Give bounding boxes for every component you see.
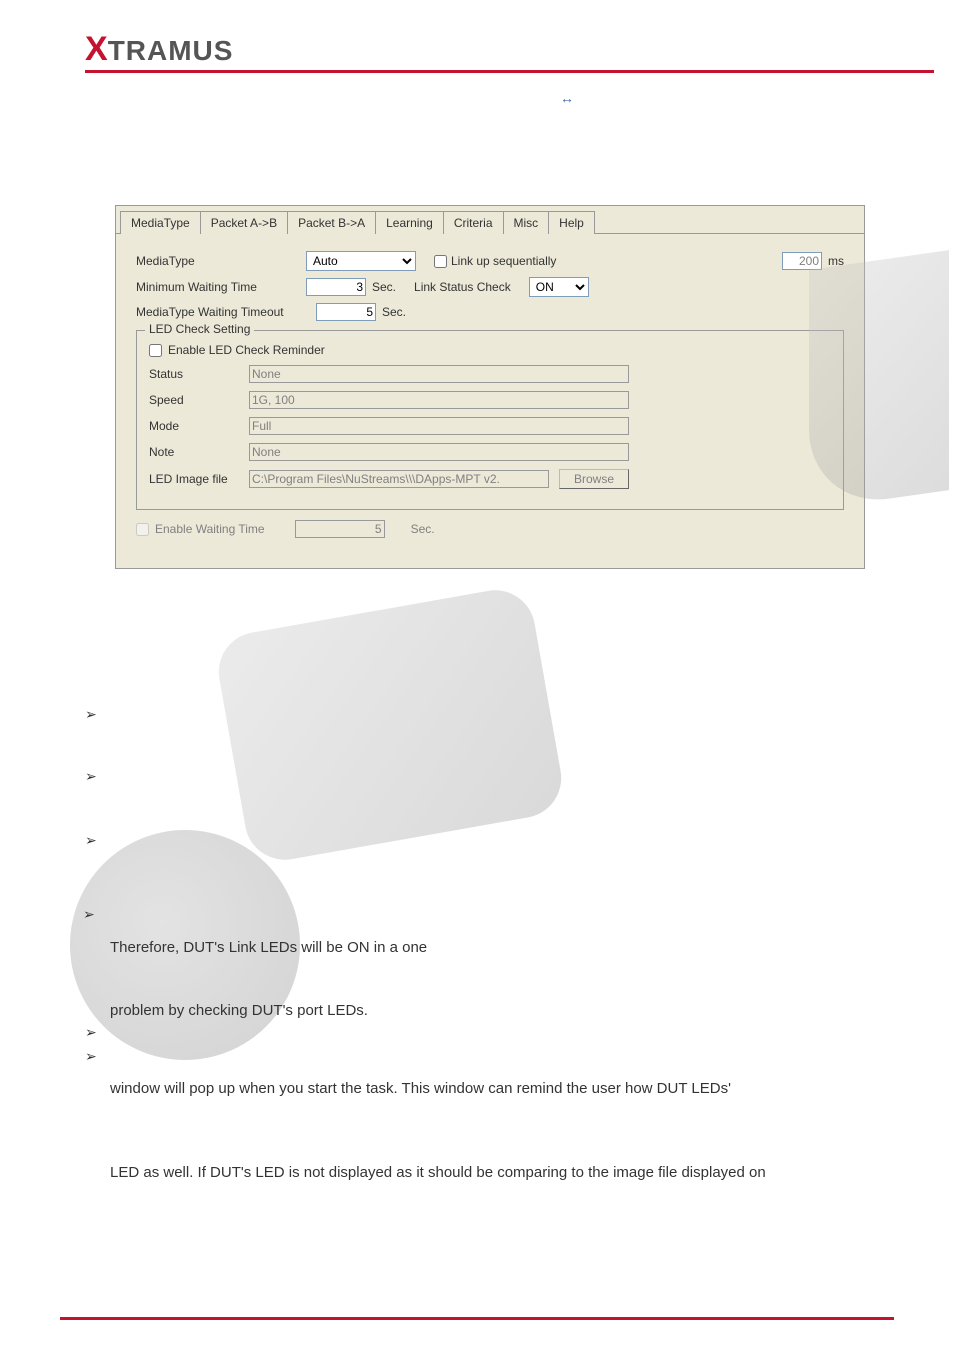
- label-mediatype: MediaType: [136, 254, 306, 268]
- tab-learning[interactable]: Learning: [375, 211, 444, 234]
- tab-packet-ab[interactable]: Packet A->B: [200, 211, 288, 234]
- bullet-icon: ➢: [85, 832, 97, 849]
- row-enable-wait: Enable Waiting Time Sec.: [136, 520, 844, 538]
- checkbox-link-up-seq[interactable]: [434, 255, 447, 268]
- logo-x: X: [85, 30, 108, 68]
- tab-packet-ba[interactable]: Packet B->A: [287, 211, 376, 234]
- input-mt-timeout[interactable]: [316, 303, 376, 321]
- label-min-wait: Minimum Waiting Time: [136, 280, 306, 294]
- tab-help[interactable]: Help: [548, 211, 595, 234]
- unit-sec-3: Sec.: [411, 522, 435, 536]
- row-mt-timeout: MediaType Waiting Timeout Sec.: [116, 300, 864, 324]
- label-led-image: LED Image file: [149, 472, 249, 486]
- label-mt-timeout: MediaType Waiting Timeout: [136, 305, 316, 319]
- label-status: Status: [149, 367, 249, 381]
- input-speed: [249, 391, 629, 409]
- checkbox-enable-wait: [136, 523, 149, 536]
- label-speed: Speed: [149, 393, 249, 407]
- tab-criteria[interactable]: Criteria: [443, 211, 504, 234]
- bullet-icon: ➢: [85, 1048, 97, 1065]
- label-enable-wait: Enable Waiting Time: [155, 522, 265, 536]
- group-led-check: LED Check Setting Enable LED Check Remin…: [136, 330, 844, 510]
- label-enable-led: Enable LED Check Reminder: [168, 343, 325, 357]
- input-min-wait[interactable]: [306, 278, 366, 296]
- bullet-icon: ➢: [85, 706, 97, 723]
- bullet-icon: ➢: [85, 768, 97, 785]
- select-link-status[interactable]: ON: [529, 277, 589, 297]
- input-enable-wait: [295, 520, 385, 538]
- label-note: Note: [149, 445, 249, 459]
- group-title-led: LED Check Setting: [145, 322, 254, 336]
- settings-dialog: MediaType Packet A->B Packet B->A Learni…: [115, 205, 865, 569]
- row-min-wait: Minimum Waiting Time Sec. Link Status Ch…: [116, 274, 864, 300]
- input-ms[interactable]: [782, 252, 822, 270]
- row-mediatype: MediaType Auto Link up sequentially ms: [116, 248, 864, 274]
- input-mode: [249, 417, 629, 435]
- browse-button[interactable]: Browse: [559, 469, 629, 489]
- input-led-image: [249, 470, 549, 488]
- tab-misc[interactable]: Misc: [503, 211, 550, 234]
- input-status: [249, 365, 629, 383]
- select-mediatype[interactable]: Auto: [306, 251, 416, 271]
- bullet-icon: ➢: [83, 906, 95, 923]
- footer-divider: [60, 1317, 894, 1320]
- label-link-up-seq: Link up sequentially: [451, 254, 556, 268]
- body-line-4: LED as well. If DUT's LED is not display…: [110, 1162, 766, 1183]
- unit-ms: ms: [828, 254, 844, 268]
- body-line-3: window will pop up when you start the ta…: [110, 1078, 731, 1099]
- input-note: [249, 443, 629, 461]
- label-mode: Mode: [149, 419, 249, 433]
- tab-mediatype[interactable]: MediaType: [120, 211, 201, 234]
- watermark-shape: [212, 584, 567, 866]
- body-line-1: Therefore, DUT's Link LEDs will be ON in…: [110, 937, 427, 958]
- logo-rest: TRAMUS: [108, 35, 234, 66]
- header-divider: [85, 70, 934, 73]
- bullet-icon: ➢: [85, 1024, 97, 1041]
- arrow-symbol: ↔: [560, 90, 574, 106]
- label-link-status: Link Status Check: [414, 280, 511, 294]
- unit-sec-2: Sec.: [382, 305, 406, 319]
- checkbox-enable-led[interactable]: [149, 344, 162, 357]
- body-line-2: problem by checking DUT's port LEDs.: [110, 1000, 368, 1021]
- unit-sec-1: Sec.: [372, 280, 396, 294]
- brand-logo: XTRAMUS: [85, 30, 233, 69]
- tab-bar: MediaType Packet A->B Packet B->A Learni…: [116, 206, 864, 234]
